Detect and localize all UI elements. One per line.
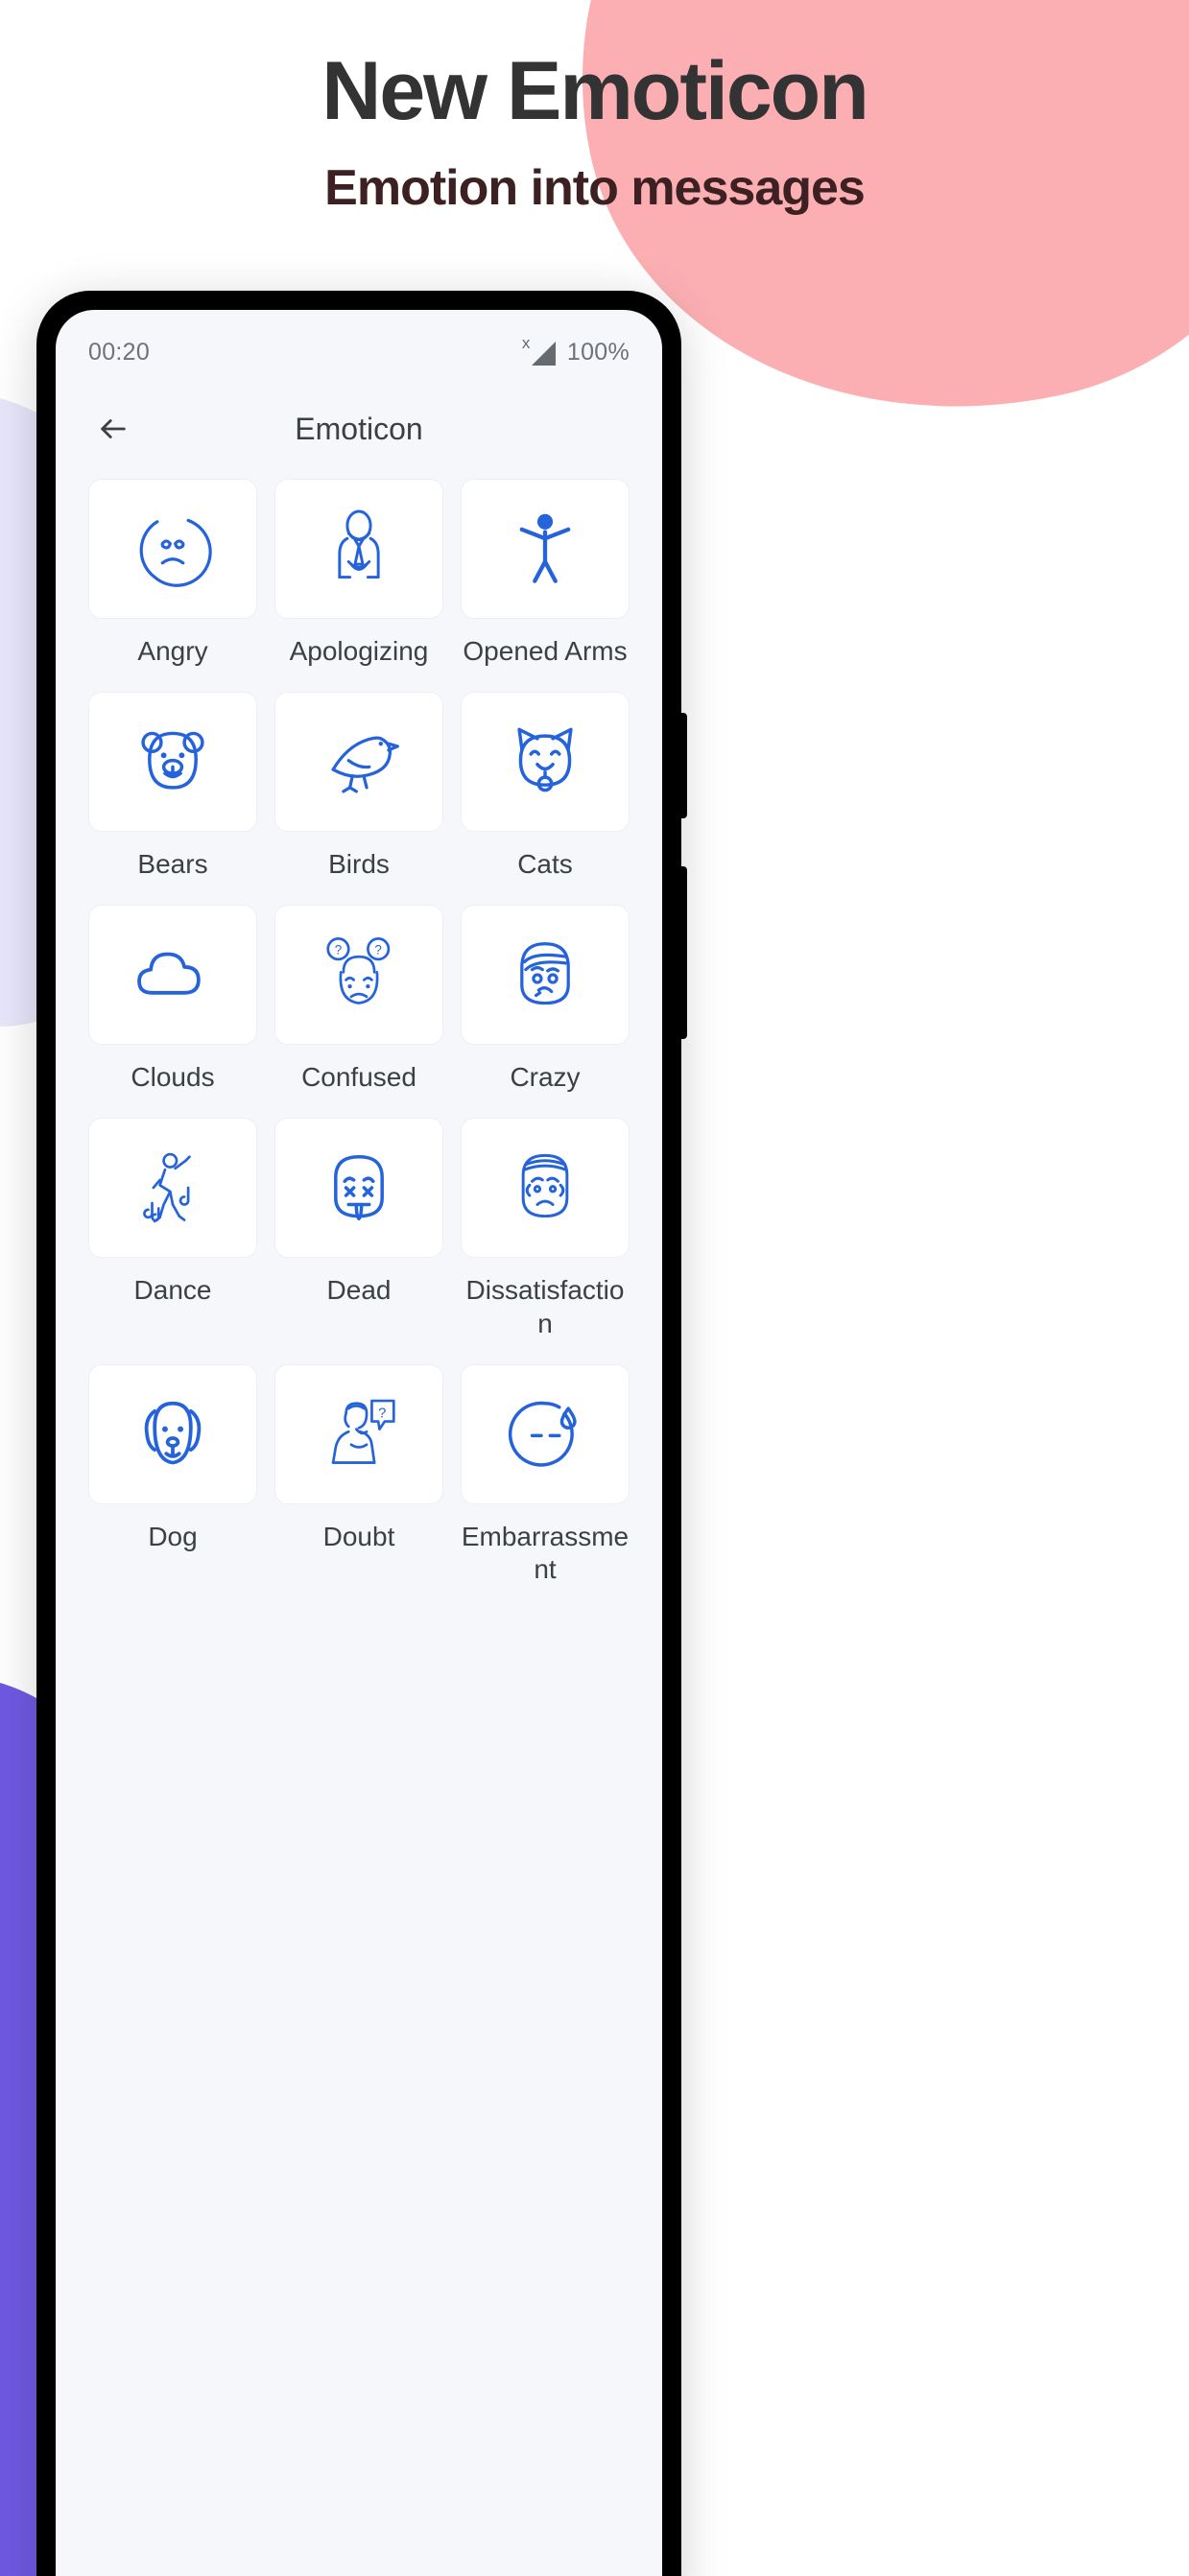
emoticon-label: Dead bbox=[326, 1275, 392, 1306]
emoticon-label: Bears bbox=[137, 849, 208, 880]
signal-badge-label: x bbox=[521, 334, 531, 352]
emoticon-label: Dog bbox=[148, 1521, 198, 1551]
emoticon-card-confused[interactable]: ? ? bbox=[274, 905, 443, 1046]
emoticon-cell: Bears bbox=[88, 692, 257, 905]
app-bar: Emoticon bbox=[56, 379, 662, 479]
confused-face-icon: ? ? bbox=[326, 937, 391, 1005]
cat-face-icon bbox=[517, 727, 573, 792]
emoticon-cell: Dog bbox=[88, 1363, 257, 1610]
emoticon-cell: Embarrassment bbox=[461, 1363, 630, 1610]
phone-side-button-power[interactable] bbox=[678, 866, 687, 1039]
emoticon-card-clouds[interactable] bbox=[88, 905, 257, 1046]
emoticon-grid: Angry Apologizing Opened Arms Bears Bird… bbox=[56, 479, 662, 1610]
emoticon-label: Clouds bbox=[131, 1062, 215, 1093]
emoticon-cell: ? Doubt bbox=[274, 1363, 443, 1610]
emoticon-card-birds[interactable] bbox=[274, 692, 443, 833]
svg-text:?: ? bbox=[335, 943, 342, 957]
emoticon-cell: Birds bbox=[274, 692, 443, 905]
emoticon-label: Dissatisfaction bbox=[465, 1275, 625, 1338]
emoticon-cell: Dissatisfaction bbox=[461, 1118, 630, 1363]
promo-subheadline: Emotion into messages bbox=[324, 160, 866, 216]
emoticon-cell: Cats bbox=[461, 692, 630, 905]
emoticon-label: Apologizing bbox=[289, 636, 429, 666]
status-bar: 00:20 x 100% bbox=[56, 310, 662, 379]
emoticon-cell: Clouds bbox=[88, 905, 257, 1118]
emoticon-label: Doubt bbox=[322, 1521, 395, 1551]
cloud-icon bbox=[137, 952, 201, 996]
svg-text:?: ? bbox=[378, 1406, 386, 1421]
emoticon-card-opened-arms[interactable] bbox=[461, 479, 630, 619]
angry-face-icon bbox=[139, 518, 212, 587]
emoticon-cell: Angry bbox=[88, 479, 257, 692]
bird-icon bbox=[331, 736, 399, 793]
signal-bars-icon: x bbox=[522, 335, 556, 366]
embarrassed-face-icon bbox=[508, 1401, 577, 1467]
status-indicators: x 100% bbox=[522, 335, 630, 366]
emoticon-label: Confused bbox=[301, 1062, 416, 1093]
signal-triangle bbox=[531, 342, 556, 366]
emoticon-cell: Dance bbox=[88, 1118, 257, 1363]
emoticon-cell: Crazy bbox=[461, 905, 630, 1118]
emoticon-label: Cats bbox=[517, 849, 573, 880]
emoticon-label: Birds bbox=[328, 849, 390, 880]
emoticon-cell: Dead bbox=[274, 1118, 443, 1363]
battery-percent-label: 100% bbox=[566, 338, 630, 366]
emoticon-card-dead[interactable] bbox=[274, 1118, 443, 1259]
crazy-face-icon bbox=[520, 942, 570, 1005]
apologizing-person-icon bbox=[338, 509, 380, 579]
emoticon-card-angry[interactable] bbox=[88, 479, 257, 619]
emoticon-card-embarrassment[interactable] bbox=[461, 1363, 630, 1504]
promo-screenshot: New Emoticon Emotion into messages 00:20… bbox=[0, 0, 1189, 2576]
emoticon-card-apologizing[interactable] bbox=[274, 479, 443, 619]
emoticon-card-dissatisfaction[interactable] bbox=[461, 1118, 630, 1259]
phone-mockup: 00:20 x 100% Emoticon Angry Apologizing … bbox=[36, 291, 687, 2576]
dancing-person-icon bbox=[143, 1153, 191, 1223]
emoticon-card-cats[interactable] bbox=[461, 692, 630, 833]
emoticon-card-bears[interactable] bbox=[88, 692, 257, 833]
dead-face-icon bbox=[334, 1155, 384, 1221]
emoticon-label: Dance bbox=[133, 1275, 212, 1306]
emoticon-card-dance[interactable] bbox=[88, 1118, 257, 1259]
phone-side-button-volume[interactable] bbox=[678, 713, 687, 818]
dissatisfied-face-icon bbox=[521, 1154, 569, 1218]
emoticon-card-dog[interactable] bbox=[88, 1363, 257, 1504]
emoticon-label: Crazy bbox=[510, 1062, 581, 1093]
emoticon-cell: Apologizing bbox=[274, 479, 443, 692]
svg-text:?: ? bbox=[374, 943, 381, 957]
emoticon-label: Embarrassment bbox=[461, 1521, 630, 1584]
emoticon-cell: ? ? Confused bbox=[274, 905, 443, 1118]
emoticon-label: Angry bbox=[137, 636, 208, 666]
status-time: 00:20 bbox=[88, 338, 151, 366]
opened-arms-person-icon bbox=[519, 513, 571, 583]
back-arrow-icon[interactable] bbox=[88, 404, 138, 454]
doubt-person-icon: ? bbox=[331, 1399, 395, 1464]
emoticon-label: Opened Arms bbox=[463, 636, 628, 666]
phone-screen: 00:20 x 100% Emoticon Angry Apologizing … bbox=[56, 310, 662, 2576]
emoticon-cell: Opened Arms bbox=[461, 479, 630, 692]
emoticon-card-doubt[interactable]: ? bbox=[274, 1363, 443, 1504]
promo-headline: New Emoticon bbox=[321, 45, 869, 137]
dog-face-icon bbox=[144, 1401, 202, 1465]
emoticon-card-crazy[interactable] bbox=[461, 905, 630, 1046]
bear-face-icon bbox=[141, 731, 204, 790]
page-title: Emoticon bbox=[295, 411, 423, 446]
